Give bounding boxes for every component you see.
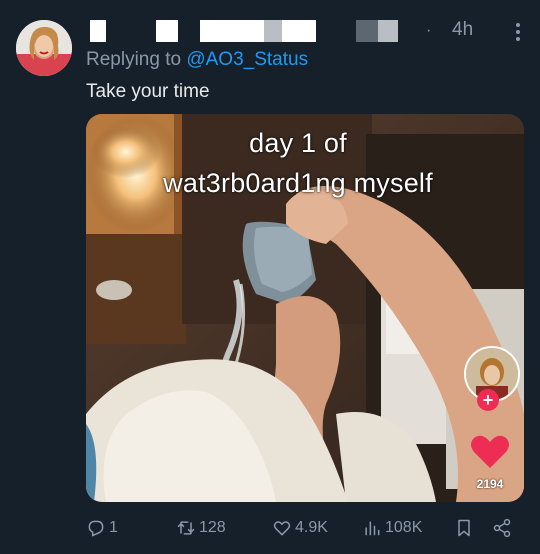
share-icon xyxy=(493,518,511,538)
views-icon xyxy=(365,521,380,536)
redacted-name xyxy=(156,20,178,42)
like-count: 4.9K xyxy=(295,519,328,536)
redacted-name xyxy=(90,20,106,42)
views-button[interactable]: 108K xyxy=(362,516,422,540)
tiktok-heart-icon xyxy=(470,434,510,470)
redacted-handle xyxy=(282,20,316,42)
header-separator: · xyxy=(426,22,432,39)
media-caption-line2: wat3rb0ard1ng myself xyxy=(163,168,433,198)
redacted-handle xyxy=(356,20,378,42)
tweet-media[interactable]: day 1 of wat3rb0ard1ng myself + 2194 xyxy=(86,114,524,502)
reply-button[interactable]: 1 xyxy=(86,516,118,540)
redacted-handle xyxy=(200,20,264,42)
replying-label: Replying to xyxy=(86,49,182,70)
avatar[interactable] xyxy=(16,20,72,76)
media-caption-line1: day 1 of xyxy=(249,128,347,158)
reply-icon xyxy=(88,520,104,537)
redacted-handle xyxy=(264,20,282,42)
tweet-time[interactable]: 4h xyxy=(452,19,473,41)
retweet-count: 128 xyxy=(199,519,226,536)
redacted-handle xyxy=(378,20,398,42)
bookmark-button[interactable] xyxy=(454,516,477,540)
replying-to: Replying to @AO3_Status xyxy=(86,49,308,71)
tiktok-follow-button: + xyxy=(477,389,499,411)
avatar-image xyxy=(16,20,72,76)
like-icon xyxy=(273,521,291,536)
view-count: 108K xyxy=(385,519,423,536)
reply-count: 1 xyxy=(109,519,118,536)
more-icon[interactable] xyxy=(510,21,526,43)
retweet-button[interactable]: 128 xyxy=(176,516,226,540)
share-button[interactable] xyxy=(492,516,515,540)
tweet: · 4h Replying to @AO3_Status Take your t… xyxy=(0,0,540,554)
like-button[interactable]: 4.9K xyxy=(272,516,328,540)
action-bar: 1 128 4.9K 108K xyxy=(86,516,526,540)
tiktok-like-count: 2194 xyxy=(476,477,504,491)
retweet-icon xyxy=(177,521,195,535)
tweet-header: · 4h xyxy=(86,18,526,44)
bookmark-icon xyxy=(458,519,470,537)
tweet-text: Take your time xyxy=(86,81,210,102)
replying-handle-link[interactable]: @AO3_Status xyxy=(186,49,308,70)
